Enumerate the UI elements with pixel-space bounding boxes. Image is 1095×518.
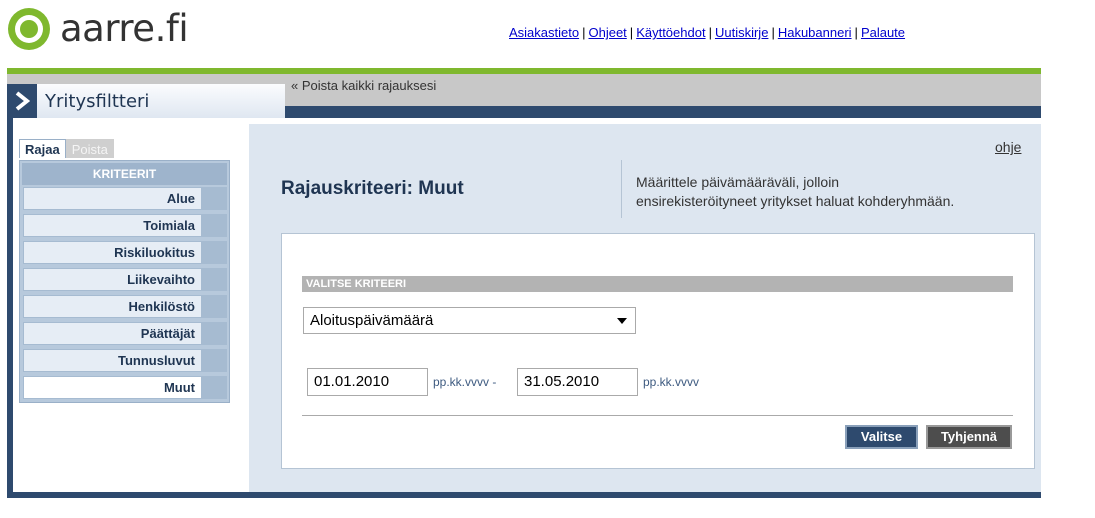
sidebar-item-toimiala[interactable]: Toimiala [23,214,227,237]
form-divider [302,415,1013,416]
frame-bottom [7,492,1041,498]
tab-poista[interactable]: Poista [65,139,114,158]
date-to-input[interactable]: 31.05.2010 [517,368,638,396]
logo-icon [6,6,52,52]
sidebar-item-muut[interactable]: Muut [23,376,227,399]
sidebar-item-liikevaihto[interactable]: Liikevaihto [23,268,227,291]
remove-all-link[interactable]: « Poista kaikki rajauksesi [291,78,436,93]
clear-button[interactable]: Tyhjennä [926,425,1012,449]
link-ohjeet[interactable]: Ohjeet [588,25,626,40]
title-divider [621,160,622,218]
link-hakubanneri[interactable]: Hakubanneri [778,25,852,40]
criteria-select-value: Aloituspäivämäärä [310,312,434,329]
link-palaute[interactable]: Palaute [861,25,905,40]
sidebar-item-alue[interactable]: Alue [23,187,227,210]
page-title: Rajauskriteeri: Muut [281,178,464,199]
criteria-header: KRITEERIT [22,163,227,185]
tab-yritysfiltteri[interactable]: Yritysfiltteri [7,84,285,118]
logo-text: aarre.fi [60,7,189,50]
link-asiakastieto[interactable]: Asiakastieto [509,25,579,40]
tab-rajaa[interactable]: Rajaa [19,139,66,158]
top-links: Asiakastieto | Ohjeet | Käyttöehdot | Uutiskir… [509,25,906,40]
date-format-hint: pp.kk.vvvv - [433,375,497,389]
sidebar-item-tunnusluvut[interactable]: Tunnusluvut [23,349,227,372]
criteria-form [281,233,1035,469]
select-button[interactable]: Valitse [845,425,918,449]
criteria-description: Määrittele päivämääräväli, jolloin ensir… [636,174,955,209]
chevron-right-icon [7,84,37,118]
criteria-select[interactable]: Aloituspäivämäärä [303,307,636,334]
sidebar-item-henkilosto[interactable]: Henkilöstö [23,295,227,318]
help-link[interactable]: ohje [995,139,1021,155]
section-header: VALITSE KRITEERI [302,276,1013,292]
sidebar-item-paattajat[interactable]: Päättäjät [23,322,227,345]
date-from-input[interactable]: 01.01.2010 [307,368,428,396]
sidebar-tabs: Rajaa Poista [19,139,114,158]
criteria-panel: KRITEERIT Alue Toimiala Riskiluokitus Li… [19,160,230,403]
dropdown-arrow-icon [617,318,627,324]
tab-title: Yritysfiltteri [45,90,150,112]
link-uutiskirje[interactable]: Uutiskirje [715,25,768,40]
sidebar-item-riskiluokitus[interactable]: Riskiluokitus [23,241,227,264]
link-kayttoehdot[interactable]: Käyttöehdot [636,25,705,40]
date-format-hint: pp.kk.vvvv [643,375,700,389]
logo[interactable]: aarre.fi [6,3,189,55]
frame-left [7,118,13,498]
